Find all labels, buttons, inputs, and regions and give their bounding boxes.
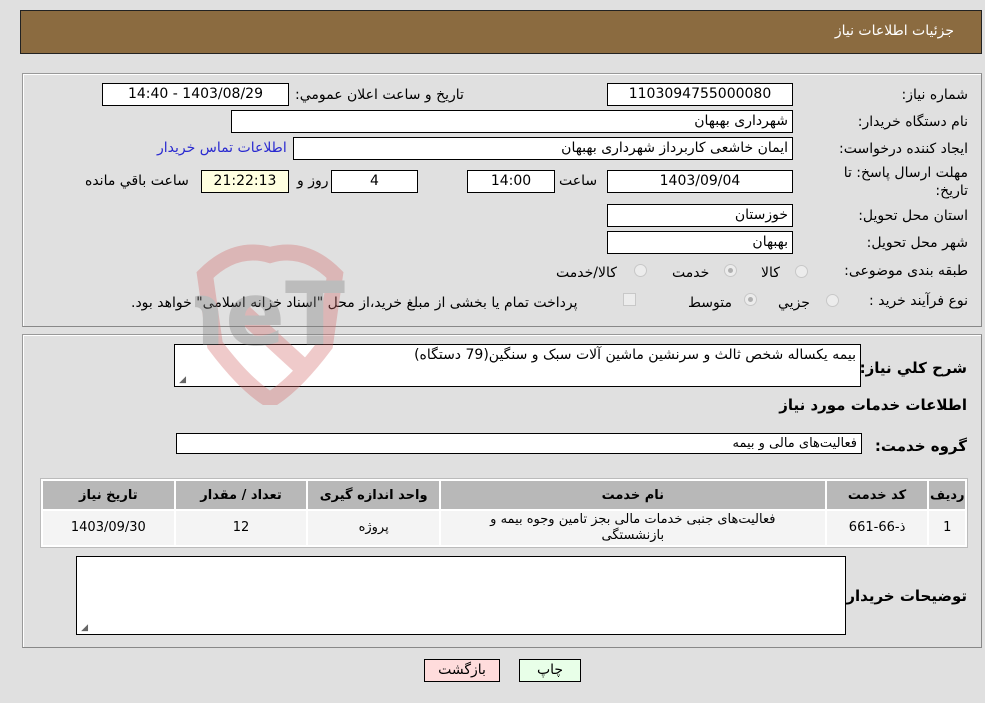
header-quantity: تعداد / مقدار (175, 481, 307, 509)
treasury-checkbox-label: پرداخت تمام يا بخشی از مبلغ خريد،از محل … (131, 295, 578, 311)
need-number-field: 1103094755000080 (607, 83, 793, 106)
need-services-panel: شرح کلي نياز: بیمه یکساله شخص ثالث و سرن… (22, 334, 982, 648)
announce-date-field: 1403/08/29 - 14:40 (102, 83, 289, 106)
table-row: 1 ذ-66-661 فعالیت‌های جنبی خدمات مالی بج… (43, 511, 965, 545)
process-radio-minor[interactable] (826, 294, 839, 307)
deadline-label: مهلت ارسال پاسخ: تا (843, 165, 968, 181)
description-label: شرح کلي نياز: (859, 359, 967, 377)
cell-service-name: فعالیت‌های جنبی خدمات مالی بجز تامین وجو… (440, 511, 825, 545)
cell-row-number: 1 (929, 511, 965, 545)
resize-grip-icon[interactable]: ◢ (79, 624, 88, 633)
announce-date-label: تاريخ و ساعت اعلان عمومي: (295, 87, 464, 103)
cell-need-date: 1403/09/30 (43, 511, 174, 545)
buyer-notes-textarea[interactable]: ◢ (76, 556, 846, 635)
deadline-time-label: ساعت (559, 173, 598, 189)
back-button[interactable]: بازگشت (424, 659, 500, 682)
process-option-medium: متوسط (688, 295, 732, 311)
need-number-label: شماره نیاز: (901, 87, 969, 103)
resize-grip-icon[interactable]: ◢ (177, 376, 186, 385)
category-label: طبقه بندی موضوعی: (844, 263, 968, 279)
city-label: شهر محل تحويل: (866, 235, 968, 251)
header-unit: واحد اندازه گيری (308, 481, 439, 509)
header-service-code: کد خدمت (826, 481, 928, 509)
category-option-service: خدمت (672, 265, 710, 281)
process-option-minor: جزيي (778, 295, 810, 311)
description-textarea[interactable]: بیمه یکساله شخص ثالث و سرنشین ماشین آلات… (174, 344, 861, 387)
page-title: جزئیات اطلاعات نیاز (834, 23, 954, 39)
header-row-number: رديف (929, 481, 965, 509)
deadline-time-field: 14:00 (467, 170, 555, 193)
description-text: بیمه یکساله شخص ثالث و سرنشین ماشین آلات… (414, 347, 856, 363)
category-radio-goods[interactable] (795, 265, 808, 278)
creator-label: ايجاد کننده درخواست: (839, 141, 968, 157)
time-remaining-label: ساعت باقي مانده (85, 173, 189, 189)
cell-quantity: 12 (175, 511, 307, 545)
category-option-goods: کالا (761, 265, 780, 281)
category-option-goods-service: کالا/خدمت (556, 265, 617, 281)
print-button[interactable]: چاپ (519, 659, 581, 682)
service-group-field: فعالیت‌های مالی و بیمه (176, 433, 862, 454)
buyer-org-field: شهرداری بهبهان (231, 110, 793, 133)
process-radio-medium[interactable] (744, 293, 757, 306)
deadline-label-2: تاريخ: (935, 183, 968, 199)
page-header: جزئیات اطلاعات نیاز (20, 10, 982, 54)
city-field: بهبهان (607, 231, 793, 254)
days-label: روز و (297, 173, 329, 189)
province-field: خوزستان (607, 204, 793, 227)
deadline-date-field: 1403/09/04 (607, 170, 793, 193)
buyer-contact-link[interactable]: اطلاعات تماس خريدار (157, 140, 287, 156)
header-service-name: نام خدمت (440, 481, 825, 509)
treasury-checkbox[interactable] (623, 293, 636, 306)
category-radio-goods-service[interactable] (634, 264, 647, 277)
process-label: نوع فرآيند خريد : (869, 293, 968, 309)
time-remaining-field: 21:22:13 (201, 170, 289, 193)
service-group-label: گروه خدمت: (874, 437, 967, 455)
header-need-date: تاريخ نياز (43, 481, 174, 509)
province-label: استان محل تحويل: (858, 208, 968, 224)
cell-service-code: ذ-66-661 (826, 511, 928, 545)
buyer-org-label: نام دستگاه خريدار: (857, 114, 968, 130)
buyer-notes-label: توضيحات خريدار: (840, 587, 967, 605)
services-section-title: اطلاعات خدمات مورد نياز (779, 396, 967, 414)
days-remaining-field: 4 (331, 170, 418, 193)
services-table: رديف کد خدمت نام خدمت واحد اندازه گيری ت… (40, 478, 968, 548)
table-header-row: رديف کد خدمت نام خدمت واحد اندازه گيری ت… (43, 481, 965, 509)
creator-field: ایمان خاشعی کاربرداز شهرداری بهبهان (293, 137, 793, 160)
cell-unit: پروژه (308, 511, 439, 545)
category-radio-service[interactable] (724, 264, 737, 277)
